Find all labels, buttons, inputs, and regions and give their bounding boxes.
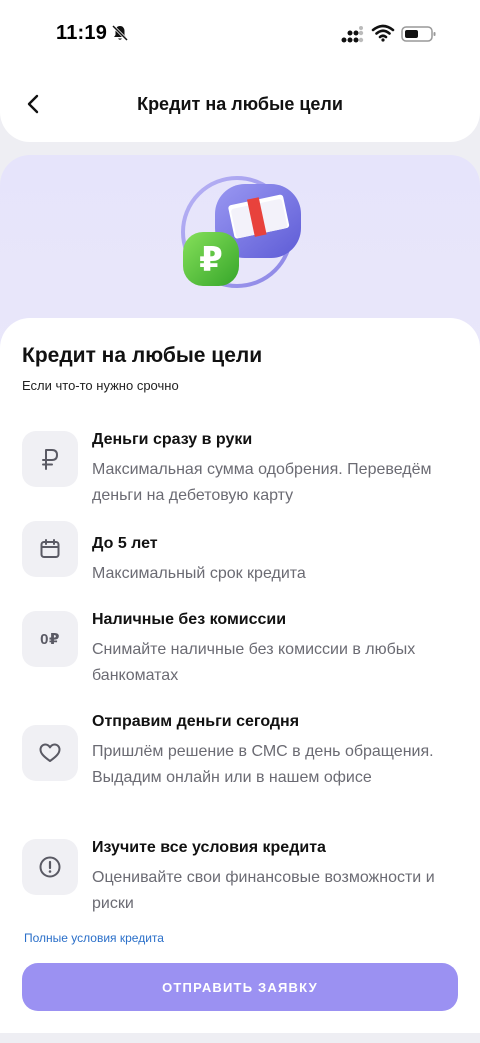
feature-item: Изучите все условия кредита Оценивайте с…: [22, 839, 462, 919]
full-terms-link[interactable]: Полные условия кредита: [24, 931, 164, 945]
battery-icon: [401, 26, 436, 42]
feature-item: 0₽ Наличные без комиссии Снимайте наличн…: [22, 611, 462, 691]
feature-title: Наличные без комиссии: [92, 611, 287, 628]
svg-text:₽: ₽: [199, 240, 223, 280]
feature-title: Деньги сразу в руки: [92, 431, 253, 448]
heart-icon: [22, 725, 78, 781]
feature-description: Снимайте наличные без комиссии в любых б…: [92, 641, 416, 684]
main-content: Кредит на любые цели Если что-то нужно с…: [0, 318, 480, 1033]
calendar-icon: [22, 521, 78, 577]
feature-title: Изучите все условия кредита: [92, 839, 326, 856]
feature-item: До 5 лет Максимальный срок кредита: [22, 521, 462, 595]
zero-ruble-icon: 0₽: [22, 611, 78, 667]
ruble-icon: [22, 431, 78, 487]
feature-description: Максимальный срок кредита: [92, 565, 306, 582]
feature-description: Пришлём решение в СМС в день обращения. …: [92, 743, 434, 786]
section-title: Кредит на любые цели: [22, 344, 263, 367]
exclamation-circle-icon: [22, 839, 78, 895]
wifi-icon: [371, 24, 395, 42]
feature-description: Оценивайте свои финансовые возможности и…: [92, 869, 435, 912]
section-subtitle: Если что-то нужно срочно: [22, 378, 179, 393]
status-time: 11:19: [56, 22, 108, 44]
feature-title: До 5 лет: [92, 535, 158, 552]
feature-description: Максимальная сумма одобрения. Переведём …: [92, 461, 432, 504]
bell-muted-icon: [111, 24, 129, 42]
feature-title: Отправим деньги сегодня: [92, 713, 300, 730]
header: Кредит на любые цели: [0, 70, 480, 142]
status-bar: 11:19: [0, 0, 480, 70]
page-title: Кредит на любые цели: [137, 94, 343, 114]
submit-application-button[interactable]: ОТПРАВИТЬ ЗАЯВКУ: [22, 963, 458, 1011]
cash-and-ruble-coin-illustration: ₽: [181, 176, 301, 288]
signal-icon: [341, 26, 364, 43]
feature-item: Отправим деньги сегодня Пришлём решение …: [22, 713, 462, 823]
feature-item: Деньги сразу в руки Максимальная сумма о…: [22, 431, 462, 511]
